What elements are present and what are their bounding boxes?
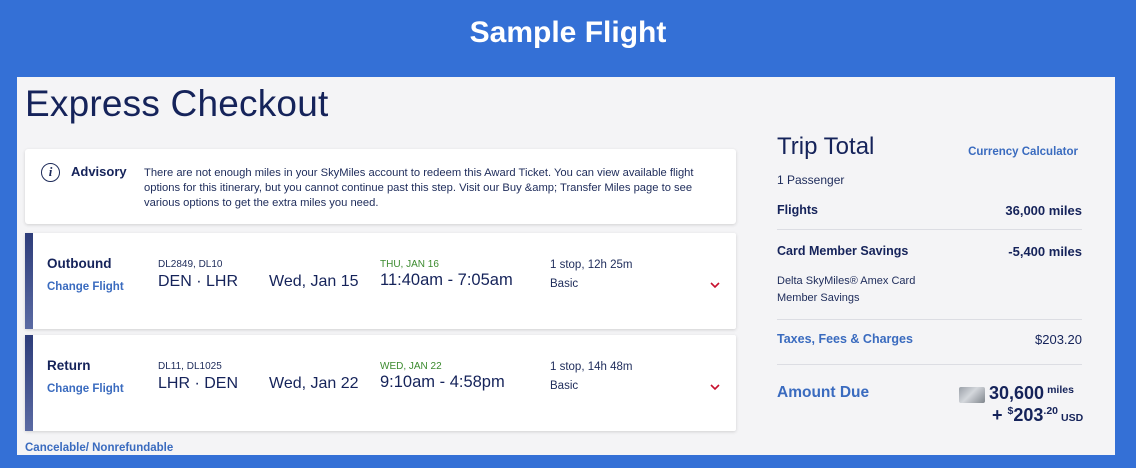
passenger-count: 1 Passenger: [777, 173, 845, 187]
advisory-text: There are not enough miles in your SkyMi…: [144, 167, 694, 209]
currency-calculator-link[interactable]: Currency Calculator: [968, 146, 1078, 158]
due-cash-prefix: +: [992, 405, 1008, 425]
banner-title: Sample Flight: [469, 16, 667, 49]
stops-duration: 1 stop, 12h 25m: [550, 259, 633, 271]
card-savings-label: Card Member Savings: [777, 244, 909, 258]
amount-due-cash: + $203.20USD: [992, 405, 1083, 426]
flight-times: 9:10am - 4:58pm: [380, 373, 505, 391]
due-cash-cents: .20: [1043, 405, 1059, 417]
change-flight-link[interactable]: Change Flight: [47, 281, 124, 293]
flight-numbers: DL2849, DL10: [158, 259, 223, 270]
direction-label: Outbound: [47, 256, 112, 271]
due-miles-value: 30,600: [989, 383, 1045, 403]
flights-label: Flights: [777, 203, 818, 217]
due-miles-unit: miles: [1047, 384, 1074, 396]
departure-date: Wed, Jan 15: [269, 273, 359, 290]
card-accent-bar: [25, 335, 33, 431]
amount-due-miles: 30,600 miles: [989, 383, 1074, 404]
fare-class: Basic: [550, 278, 579, 290]
due-cash-currency: USD: [1061, 412, 1084, 424]
cancellation-policy: Cancelable/ Nonrefundable: [25, 442, 174, 454]
fare-class: Basic: [550, 380, 579, 392]
card-accent-bar: [25, 233, 33, 329]
card-savings-description: Delta SkyMiles® Amex Card Member Savings: [777, 275, 916, 304]
divider: [777, 319, 1082, 320]
due-cash-whole: 203: [1013, 405, 1044, 425]
stops-duration: 1 stop, 14h 48m: [550, 361, 633, 373]
trip-total-title: Trip Total: [777, 133, 875, 160]
divider: [777, 364, 1082, 365]
banner: Sample Flight: [0, 0, 1136, 75]
advisory-box: i Advisory There are not enough miles in…: [25, 149, 736, 224]
card-savings-value: -5,400 miles: [1008, 244, 1082, 259]
taxes-fees-value: $203.20: [1035, 332, 1082, 347]
page-title: Express Checkout: [25, 83, 329, 124]
direction-label: Return: [47, 358, 91, 373]
flight-card-outbound: Outbound Change Flight DL2849, DL10 DEN …: [25, 233, 736, 329]
advisory-title: Advisory: [71, 164, 127, 179]
checkout-panel: Express Checkout i Advisory There are no…: [17, 77, 1115, 455]
chevron-down-icon[interactable]: [708, 278, 722, 292]
flights-value: 36,000 miles: [1005, 203, 1082, 218]
amount-due-label: Amount Due: [777, 384, 870, 401]
info-icon: i: [41, 163, 60, 182]
change-flight-link[interactable]: Change Flight: [47, 383, 124, 395]
flight-times: 11:40am - 7:05am: [380, 271, 513, 289]
arrival-day: THU, JAN 16: [380, 259, 439, 270]
chevron-down-icon[interactable]: [708, 380, 722, 394]
departure-date: Wed, Jan 22: [269, 375, 359, 392]
taxes-fees-link[interactable]: Taxes, Fees & Charges: [777, 332, 913, 346]
trip-summary: Trip Total Currency Calculator 1 Passeng…: [777, 129, 1083, 449]
route: LHR · DEN: [158, 375, 239, 392]
arrival-day: WED, JAN 22: [380, 361, 442, 372]
route: DEN · LHR: [158, 273, 239, 290]
divider: [777, 229, 1082, 230]
flight-card-return: Return Change Flight DL11, DL1025 LHR · …: [25, 335, 736, 431]
flight-numbers: DL11, DL1025: [158, 361, 222, 372]
credit-card-icon: [959, 387, 985, 403]
